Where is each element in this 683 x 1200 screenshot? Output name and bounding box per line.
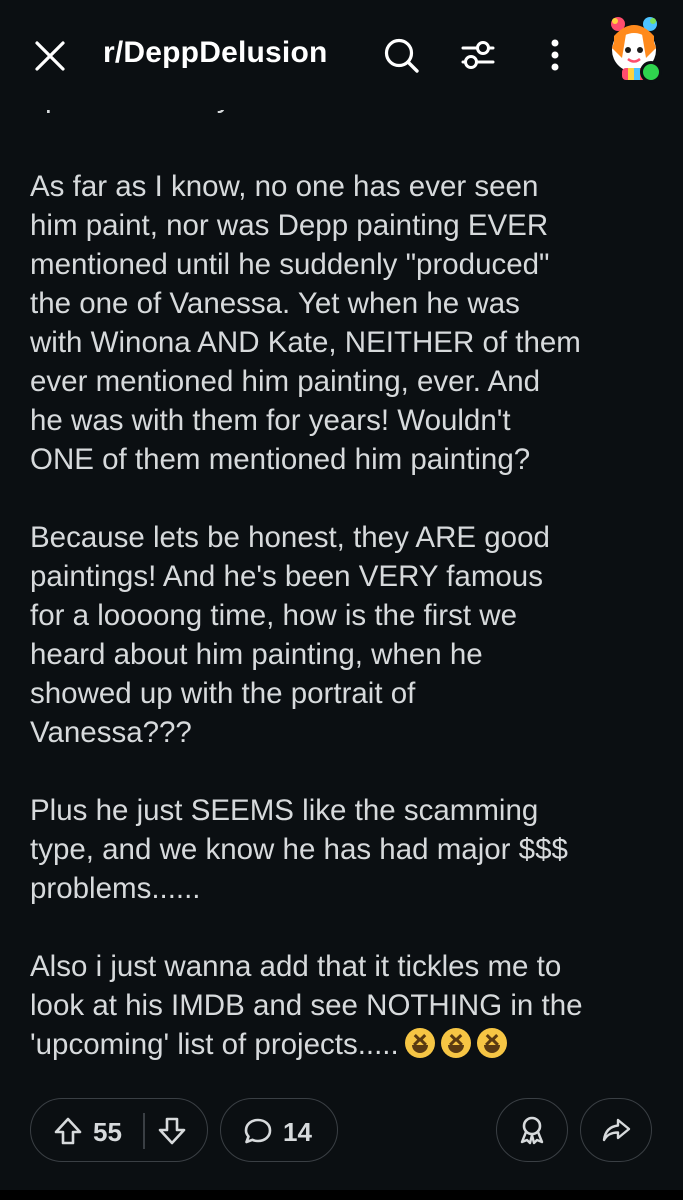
share-icon bbox=[602, 1118, 631, 1142]
top-bar: r/DeppDelusion bbox=[0, 0, 683, 110]
close-icon bbox=[35, 41, 65, 71]
post-paragraph: Because lets be honest, they ARE good pa… bbox=[30, 521, 550, 749]
laughing-emoji bbox=[440, 1028, 471, 1058]
filter-icon bbox=[461, 41, 495, 69]
comments-button[interactable]: 14 bbox=[220, 1098, 338, 1162]
more-options-button[interactable] bbox=[535, 32, 575, 78]
search-button[interactable] bbox=[378, 32, 424, 78]
filter-button[interactable] bbox=[455, 32, 501, 78]
downvote-icon[interactable] bbox=[157, 1116, 187, 1146]
post-paragraph-last: Also i just wanna add that it tickles me… bbox=[30, 947, 660, 1064]
close-button[interactable] bbox=[28, 34, 72, 78]
subreddit-title[interactable]: r/DeppDelusion bbox=[103, 36, 328, 70]
comment-count: 14 bbox=[283, 1117, 312, 1147]
post-paragraph: As far as I know, no one has ever seen h… bbox=[30, 170, 581, 476]
laughing-emoji bbox=[476, 1028, 507, 1058]
search-icon bbox=[384, 38, 419, 73]
post-paragraph: Plus he just SEEMS like the scamming typ… bbox=[30, 794, 568, 905]
vote-control: 55 bbox=[30, 1098, 208, 1162]
online-status-indicator bbox=[640, 61, 662, 83]
laughing-emoji bbox=[404, 1028, 435, 1058]
award-icon bbox=[520, 1116, 544, 1145]
post-body: As far as I know, no one has ever seen h… bbox=[30, 167, 660, 1064]
upvote-count: 55 bbox=[93, 1117, 122, 1147]
more-icon bbox=[551, 39, 559, 71]
award-button[interactable] bbox=[496, 1098, 568, 1162]
upvote-icon[interactable] bbox=[53, 1116, 83, 1146]
comment-icon bbox=[244, 1118, 272, 1144]
share-button[interactable] bbox=[580, 1098, 652, 1162]
post-action-bar: 55 14 bbox=[30, 1098, 660, 1164]
vote-divider bbox=[143, 1113, 145, 1149]
system-nav-bar bbox=[0, 1190, 683, 1200]
